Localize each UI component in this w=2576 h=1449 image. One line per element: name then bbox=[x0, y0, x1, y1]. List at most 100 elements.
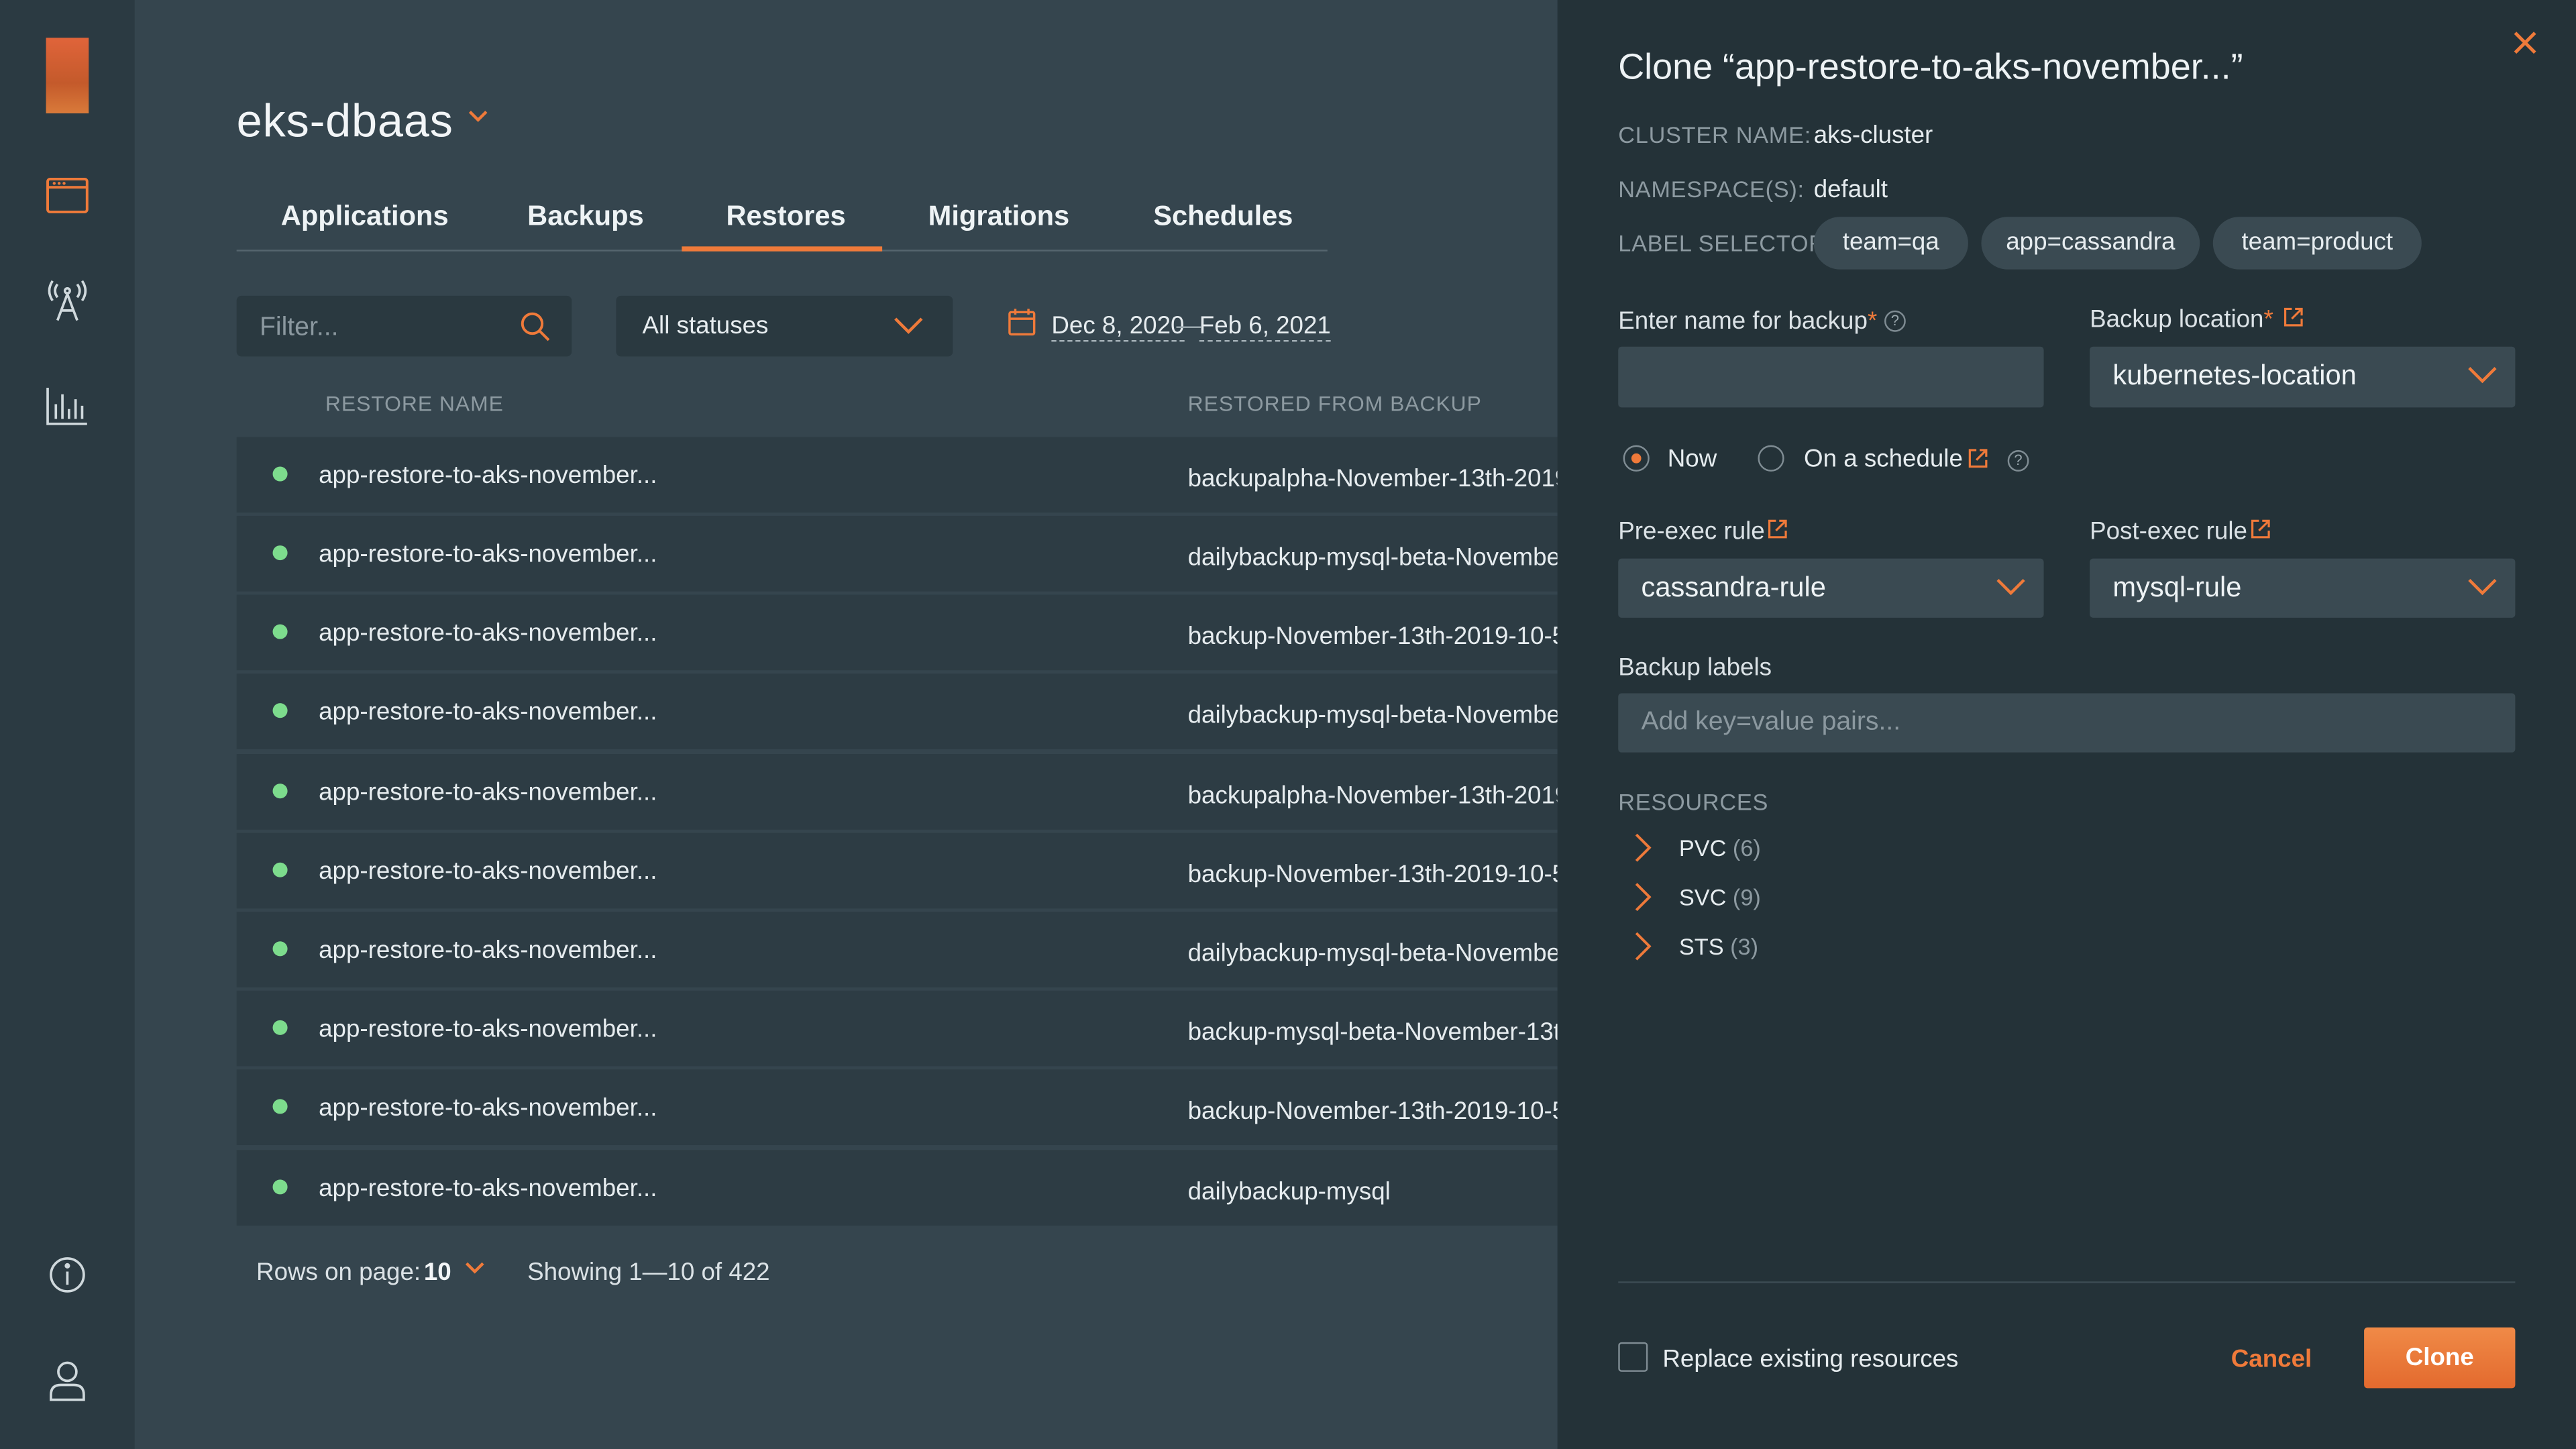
post-exec-rule-value: mysql-rule bbox=[2112, 572, 2242, 603]
restored-from-backup: backupalpha-November-13th-2019 bbox=[1187, 782, 1558, 810]
showing-count: Showing 1—10 of 422 bbox=[527, 1258, 770, 1287]
tab-backups[interactable]: Backups bbox=[527, 201, 644, 233]
info-icon[interactable] bbox=[43, 1250, 92, 1299]
table-row[interactable]: app-restore-to-aks-november... backupalph… bbox=[236, 437, 1558, 513]
close-icon[interactable] bbox=[2510, 28, 2540, 58]
tab-applications[interactable]: Applications bbox=[281, 201, 449, 233]
radio-now-label: Now bbox=[1667, 445, 1717, 474]
restored-from-backup: backupalpha-November-13th-2019 bbox=[1187, 465, 1558, 493]
clone-button[interactable]: Clone bbox=[2364, 1327, 2516, 1389]
clone-panel: Clone “app-restore-to-aks-november...” C… bbox=[1557, 0, 2576, 1449]
external-link-icon[interactable] bbox=[2282, 306, 2305, 329]
chevron-down-icon bbox=[2468, 367, 2497, 384]
restored-from-backup: backup-November-13th-2019-10-58 bbox=[1187, 861, 1558, 889]
restore-name: app-restore-to-aks-november... bbox=[319, 698, 657, 727]
external-link-icon[interactable] bbox=[1766, 517, 1789, 540]
table-row[interactable]: app-restore-to-aks-november... backup-Nov… bbox=[236, 833, 1558, 909]
table-row[interactable]: app-restore-to-aks-november... backup-Nov… bbox=[236, 1069, 1558, 1145]
backup-location-value: kubernetes-location bbox=[2112, 360, 2357, 391]
help-icon[interactable]: ? bbox=[2007, 450, 2029, 472]
chevron-down-icon bbox=[2468, 578, 2497, 596]
external-link-icon[interactable] bbox=[1966, 447, 1989, 470]
status-dot bbox=[272, 624, 288, 639]
browser-window-icon[interactable] bbox=[43, 171, 92, 220]
calendar-icon bbox=[1008, 309, 1036, 336]
search-icon[interactable] bbox=[519, 311, 552, 343]
backup-name-field[interactable] bbox=[1618, 346, 2044, 408]
table-row[interactable]: app-restore-to-aks-november... dailybacku… bbox=[236, 912, 1558, 987]
sidebar bbox=[0, 0, 135, 1449]
column-header-restored-from-backup[interactable]: RESTORED FROM BACKUP bbox=[1188, 391, 1482, 416]
resource-count: (3) bbox=[1730, 933, 1759, 960]
help-icon[interactable]: ? bbox=[1884, 310, 1906, 332]
cancel-button[interactable]: Cancel bbox=[2231, 1346, 2312, 1374]
status-dot bbox=[272, 941, 288, 957]
replace-existing-checkbox[interactable] bbox=[1618, 1342, 1648, 1372]
cluster-name-value: aks-cluster bbox=[1813, 121, 1933, 150]
pre-exec-rule-value: cassandra-rule bbox=[1641, 572, 1826, 603]
required-mark: * bbox=[2263, 305, 2273, 334]
required-mark: * bbox=[1867, 307, 1878, 335]
active-tab-indicator bbox=[682, 246, 883, 252]
resource-name: PVC bbox=[1678, 835, 1727, 861]
cluster-name-label: CLUSTER NAME: bbox=[1618, 121, 1811, 148]
replace-existing-label: Replace existing resources bbox=[1662, 1345, 1959, 1374]
radio-on-a-schedule[interactable] bbox=[1758, 445, 1784, 472]
pre-exec-rule-select[interactable]: cassandra-rule bbox=[1618, 558, 2044, 618]
filter-input[interactable] bbox=[236, 295, 526, 360]
column-header-restore-name[interactable]: RESTORE NAME bbox=[325, 391, 504, 416]
restored-from-backup: backup-November-13th-2019-10-58 bbox=[1187, 623, 1558, 651]
resource-name: SVC bbox=[1678, 883, 1727, 910]
post-exec-rule-select[interactable]: mysql-rule bbox=[2090, 558, 2516, 618]
tab-bar: Applications Backups Restores Migrations… bbox=[236, 184, 1328, 252]
user-icon[interactable] bbox=[43, 1355, 92, 1404]
namespace-value: default bbox=[1813, 176, 1888, 204]
restored-from-backup: dailybackup-mysql-beta-November bbox=[1187, 543, 1558, 572]
date-from[interactable]: Dec 8, 2020 bbox=[1051, 312, 1185, 342]
chevron-down-icon[interactable] bbox=[464, 1260, 486, 1276]
chevron-down-icon bbox=[894, 317, 923, 334]
table-row[interactable]: app-restore-to-aks-november... dailybacku… bbox=[236, 515, 1558, 592]
chevron-right-icon bbox=[1635, 883, 1652, 912]
restore-name: app-restore-to-aks-november... bbox=[319, 540, 657, 569]
table-row[interactable]: app-restore-to-aks-november... dailybacku… bbox=[236, 1150, 1558, 1226]
backup-name-input[interactable] bbox=[1618, 346, 2044, 408]
backup-labels-field[interactable] bbox=[1618, 693, 2516, 753]
tab-migrations[interactable]: Migrations bbox=[928, 201, 1069, 233]
table-row[interactable]: app-restore-to-aks-november... backup-mys… bbox=[236, 990, 1558, 1067]
backup-location-select[interactable]: kubernetes-location bbox=[2090, 346, 2516, 408]
footer-divider bbox=[1618, 1281, 2516, 1283]
restore-name: app-restore-to-aks-november... bbox=[319, 619, 657, 647]
bar-chart-icon[interactable] bbox=[43, 381, 92, 430]
label-chip: team=qa bbox=[1813, 217, 1968, 270]
radio-now[interactable] bbox=[1623, 445, 1650, 472]
restore-name: app-restore-to-aks-november... bbox=[319, 857, 657, 886]
tab-schedules[interactable]: Schedules bbox=[1153, 201, 1293, 233]
resources-heading: RESOURCES bbox=[1618, 788, 1769, 815]
table-row[interactable]: app-restore-to-aks-november... dailybacku… bbox=[236, 674, 1558, 749]
filter-box bbox=[236, 295, 572, 360]
table-row[interactable]: app-restore-to-aks-november... backup-Nov… bbox=[236, 594, 1558, 671]
table-row[interactable]: app-restore-to-aks-november... backupalph… bbox=[236, 754, 1558, 830]
tab-restores[interactable]: Restores bbox=[726, 201, 845, 233]
chevron-right-icon bbox=[1635, 932, 1652, 961]
restore-name: app-restore-to-aks-november... bbox=[319, 778, 657, 807]
status-select[interactable]: All statuses bbox=[616, 295, 953, 357]
chevron-right-icon bbox=[1635, 833, 1652, 862]
backup-name-label: Enter name for backup* bbox=[1618, 307, 1878, 335]
namespace-label: NAMESPACE(S): bbox=[1618, 176, 1805, 203]
rows-per-page-select[interactable]: 10 bbox=[424, 1258, 451, 1287]
panel-title: Clone “app-restore-to-aks-november...” bbox=[1618, 46, 2243, 87]
date-to[interactable]: Feb 6, 2021 bbox=[1199, 312, 1331, 342]
resource-count: (9) bbox=[1732, 883, 1761, 910]
external-link-icon[interactable] bbox=[2249, 517, 2272, 540]
pre-exec-rule-label: Pre-exec rule bbox=[1618, 517, 1765, 546]
backup-location-label: Backup location* bbox=[2090, 305, 2273, 334]
chevron-down-icon[interactable] bbox=[467, 109, 490, 125]
restored-from-backup: dailybackup-mysql-beta-November bbox=[1187, 939, 1558, 968]
status-select-value: All statuses bbox=[642, 312, 769, 340]
restore-name: app-restore-to-aks-november... bbox=[319, 1175, 657, 1203]
label-chip: app=cassandra bbox=[1981, 217, 2200, 270]
backup-labels-input[interactable] bbox=[1618, 693, 2516, 753]
antenna-icon[interactable] bbox=[43, 276, 92, 325]
